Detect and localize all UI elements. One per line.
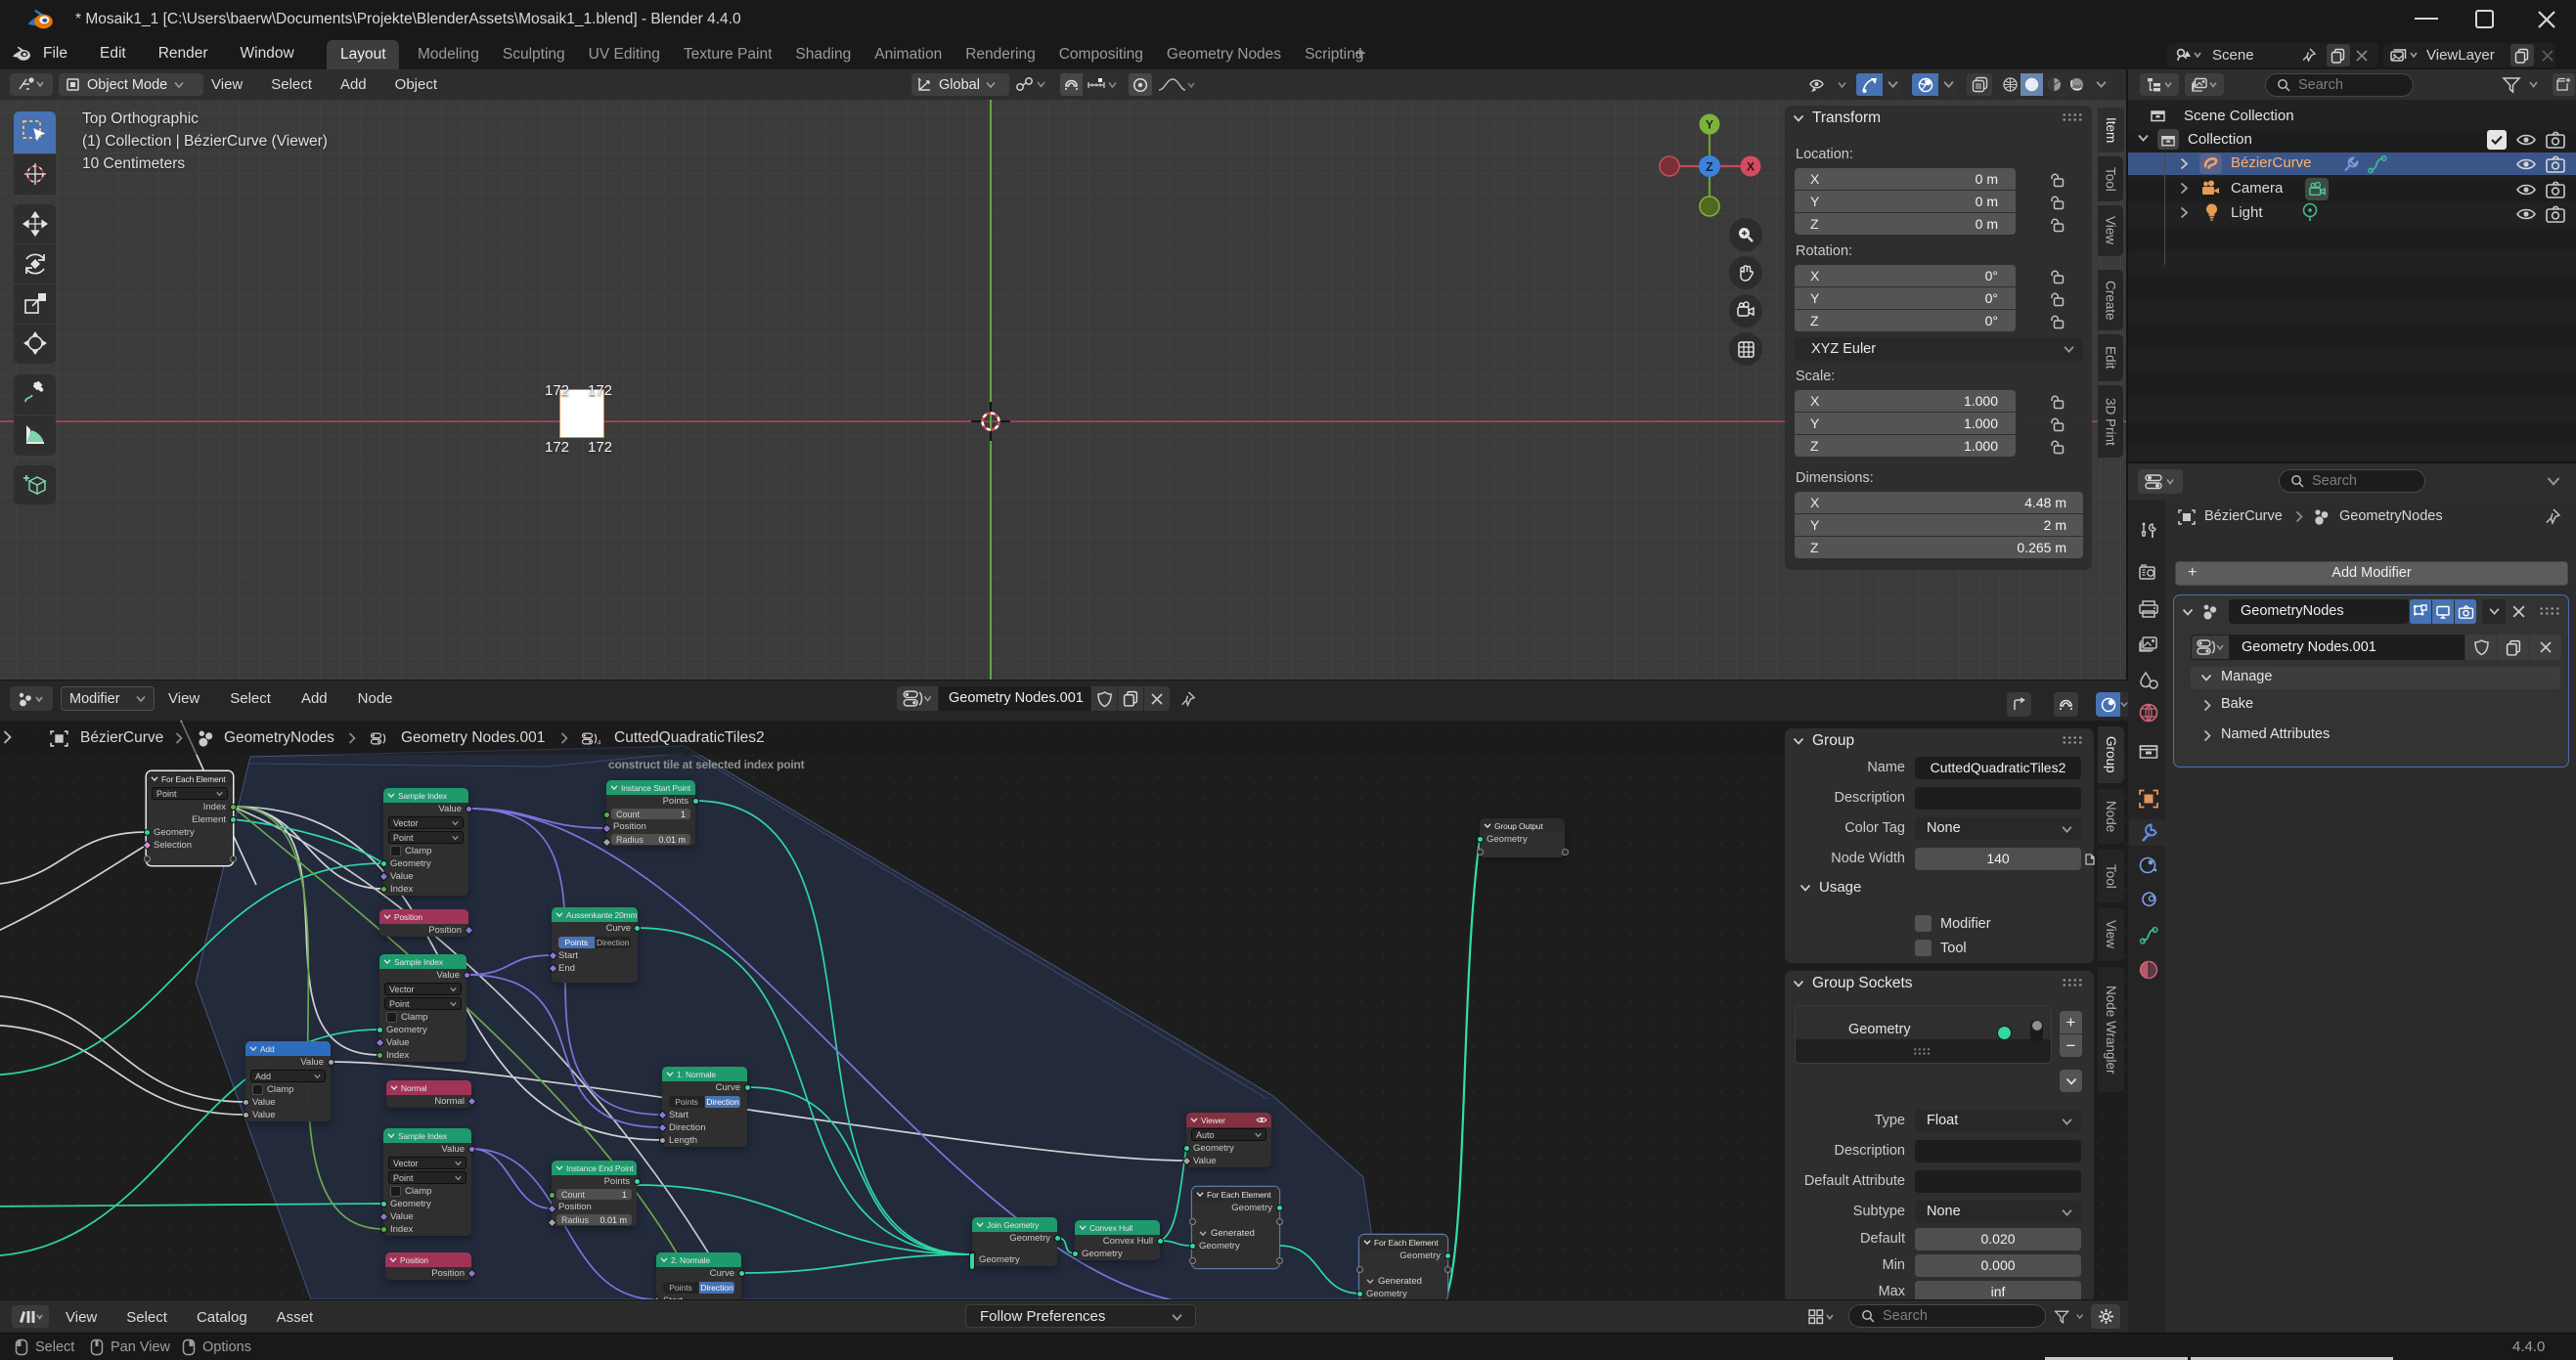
svg-text:X: X xyxy=(1747,160,1754,174)
svg-text:Z: Z xyxy=(1706,160,1713,174)
svg-text:4: 4 xyxy=(598,740,601,747)
svg-text:Y: Y xyxy=(1706,118,1713,132)
